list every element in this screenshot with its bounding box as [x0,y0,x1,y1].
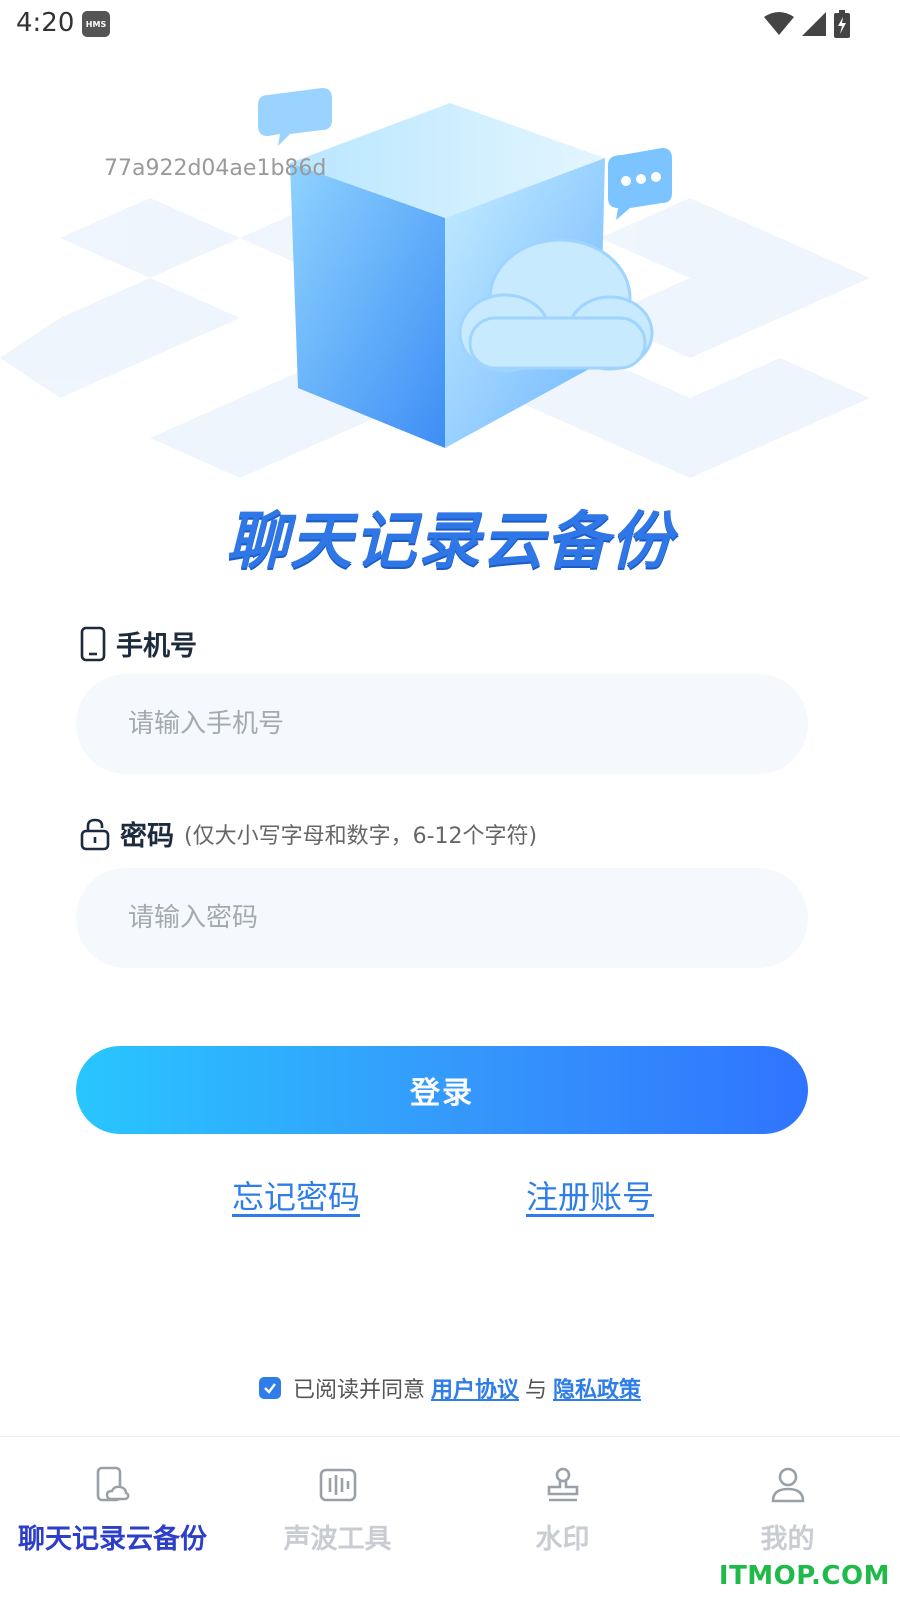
battery-icon [834,10,850,38]
tab-chat-backup[interactable]: 聊天记录云备份 [0,1437,225,1601]
checkmark-icon [264,1383,276,1394]
tab-label: 我的 [760,1524,815,1555]
password-hint: (仅大小写字母和数字，6-12个字符) [184,823,538,849]
site-watermark: ITMOP.COM [718,1561,890,1591]
password-label: 密码 [120,821,174,852]
user-agreement-link[interactable]: 用户协议 [431,1372,519,1404]
phone-input[interactable] [76,674,808,774]
device-id-text: 77a922d04ae1b86d [104,156,327,181]
agreement-row: 已阅读并同意 用户协议 与 隐私政策 [0,1372,900,1404]
phone-label-row: 手机号 [80,624,197,663]
status-time: 4:20 [16,8,75,38]
tab-watermark[interactable]: 水印 [450,1437,675,1601]
status-icons [764,10,850,38]
wifi-icon [764,12,794,35]
login-button[interactable]: 登录 [76,1046,808,1134]
status-bar: 4:20 HMS [0,0,900,48]
agreement-and: 与 [525,1378,548,1403]
register-link[interactable]: 注册账号 [526,1172,654,1218]
signal-icon [802,12,826,36]
agreement-checkbox[interactable] [258,1377,281,1399]
bottom-tab-bar: 聊天记录云备份 声波工具 水印 我的 ITMOP.COM [0,1436,900,1601]
phone-label: 手机号 [116,631,197,662]
tab-label: 水印 [535,1524,590,1555]
password-input[interactable] [76,868,808,968]
person-icon [771,1467,804,1503]
password-label-row: 密码 (仅大小写字母和数字，6-12个字符) [80,814,537,853]
phone-cloud-icon [96,1466,129,1502]
lock-icon [80,818,110,850]
tab-soundwave-tools[interactable]: 声波工具 [225,1437,450,1601]
tab-label: 声波工具 [283,1524,392,1555]
privacy-policy-link[interactable]: 隐私政策 [553,1372,641,1404]
tab-label: 聊天记录云备份 [18,1524,207,1555]
phone-icon [80,626,106,661]
agreement-text: 已阅读并同意 [292,1378,425,1403]
forgot-password-link[interactable]: 忘记密码 [232,1172,360,1218]
soundwave-icon [319,1468,356,1502]
hms-badge-icon: HMS [82,11,110,37]
app-title: 聊天记录云备份 [225,504,674,577]
stamp-icon [547,1467,578,1502]
